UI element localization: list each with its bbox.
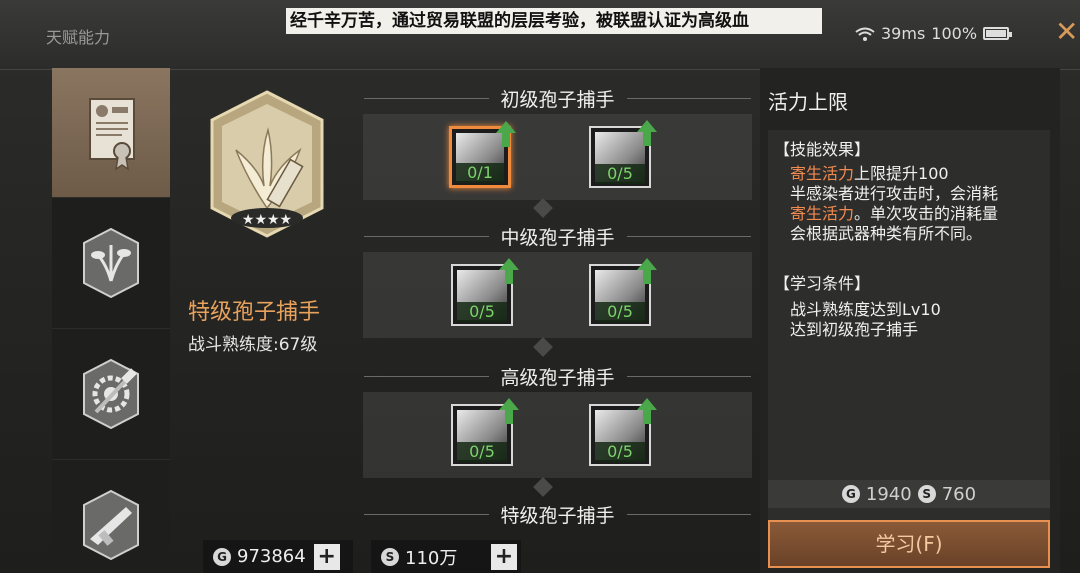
- tier-connector: [533, 477, 553, 497]
- spore-hunter-badge-icon: ★★★★: [210, 90, 324, 238]
- skill-count: 0/5: [595, 164, 645, 184]
- announcement-marquee: 经千辛万苦，通过贸易联盟的层层考验，被联盟认证为高级血: [286, 8, 822, 34]
- effect-header: 【技能效果】: [774, 140, 871, 159]
- g-coin-icon: G: [841, 485, 860, 503]
- effect-line: 寄生活力上限提升100: [790, 164, 1052, 184]
- tier-header: 中级孢子捕手: [360, 222, 755, 250]
- ping-text: 39ms: [881, 24, 926, 43]
- skill-title: 活力上限: [768, 90, 848, 114]
- skill-slot[interactable]: 0/1: [449, 121, 516, 188]
- learn-cost: G 1940 S 760: [768, 480, 1050, 508]
- status-bar: 39ms 100%: [855, 24, 1013, 43]
- battery-text: 100%: [931, 24, 978, 43]
- tier-row: 0/5 0/5: [363, 252, 752, 338]
- requirement-header: 【学习条件】: [774, 274, 871, 293]
- skill-count: 0/1: [456, 163, 504, 183]
- g-coin-icon: G: [213, 547, 231, 566]
- tier-label: 中级孢子捕手: [500, 226, 615, 249]
- svg-text:★★★★: ★★★★: [242, 212, 292, 228]
- skill-slot[interactable]: 0/5: [451, 398, 519, 466]
- tier-label: 特级孢子捕手: [500, 504, 615, 527]
- weapon-badge-icon: [83, 489, 139, 561]
- add-g-button[interactable]: +: [313, 543, 340, 570]
- effect-line: 半感染者进行攻击时，会消耗: [790, 184, 1052, 204]
- effect-text: 寄生活力上限提升100 半感染者进行攻击时，会消耗 寄生活力。单次攻击的消耗量 …: [790, 164, 1052, 244]
- skill-count: 0/5: [595, 442, 645, 462]
- plant-badge-icon: [83, 227, 139, 299]
- combat-proficiency: 战斗熟练度:67级: [188, 335, 318, 355]
- s-coin-icon: S: [381, 547, 399, 566]
- sidebar: [52, 68, 170, 573]
- cost-s: 760: [941, 483, 977, 505]
- g-amount: 973864: [237, 546, 306, 567]
- tier-connector: [533, 198, 553, 218]
- skill-tree: 初级孢子捕手 0/1 0/5 中级孢子捕手 0/5 0/5 高级孢子捕手 0/5…: [360, 68, 755, 573]
- rank-name: 特级孢子捕手: [188, 300, 321, 325]
- tier-header: 高级孢子捕手: [360, 362, 755, 390]
- top-bar: 天赋能力 经千辛万苦，通过贸易联盟的层层考验，被联盟认证为高级血 39ms 10…: [0, 0, 1080, 70]
- skill-slot[interactable]: 0/5: [451, 258, 519, 326]
- requirement-text: 战斗熟练度达到Lv10 达到初级孢子捕手: [790, 300, 1052, 340]
- wifi-icon: [855, 27, 875, 41]
- highlight-term: 寄生活力: [790, 164, 855, 183]
- s-amount: 110万: [405, 547, 458, 569]
- tier-row: 0/5 0/5: [363, 392, 752, 478]
- tab-trade-certificate[interactable]: [52, 68, 170, 198]
- requirement-line: 战斗熟练度达到Lv10: [790, 300, 941, 319]
- upgrade-arrow-icon: [637, 398, 657, 424]
- certificate-icon: [89, 97, 135, 171]
- tab-weapon-badge[interactable]: [52, 460, 170, 573]
- skill-count: 0/5: [595, 302, 645, 322]
- gear-hammer-icon: [83, 358, 139, 430]
- upgrade-arrow-icon: [496, 121, 516, 147]
- s-currency: S 110万 +: [371, 540, 521, 573]
- s-coin-icon: S: [917, 485, 936, 503]
- effect-line: 寄生活力。单次攻击的消耗量: [790, 204, 1052, 224]
- tier-connector: [533, 337, 553, 357]
- skill-slot[interactable]: 0/5: [589, 398, 657, 466]
- g-currency: G 973864 +: [203, 540, 353, 573]
- effect-fragment: 会根据武器种类有所不同。: [790, 224, 983, 243]
- tier-row: 0/1 0/5: [363, 114, 752, 200]
- effect-fragment: 半感染者进行攻击时，会消耗: [790, 184, 999, 203]
- upgrade-arrow-icon: [637, 258, 657, 284]
- skill-slot[interactable]: 0/5: [589, 120, 657, 188]
- skill-description-box: 【技能效果】 寄生活力上限提升100 半感染者进行攻击时，会消耗 寄生活力。单次…: [768, 130, 1050, 532]
- close-icon[interactable]: ✕: [1055, 18, 1080, 48]
- effect-line: 会根据武器种类有所不同。: [790, 224, 1052, 244]
- tier-header: 特级孢子捕手: [360, 500, 755, 528]
- upgrade-arrow-icon: [499, 398, 519, 424]
- tier-label: 高级孢子捕手: [500, 366, 615, 389]
- tier-header: 初级孢子捕手: [360, 84, 755, 112]
- learn-button[interactable]: 学习(F): [768, 520, 1050, 568]
- effect-fragment: 上限提升100: [854, 164, 949, 183]
- effect-fragment: 。单次攻击的消耗量: [854, 204, 999, 223]
- upgrade-arrow-icon: [499, 258, 519, 284]
- highlight-term: 寄生活力: [790, 204, 855, 223]
- requirement-line: 达到初级孢子捕手: [790, 320, 919, 339]
- upgrade-arrow-icon: [637, 120, 657, 146]
- add-s-button[interactable]: +: [491, 543, 517, 570]
- rank-panel: ★★★★ 特级孢子捕手 战斗熟练度:67级: [170, 68, 360, 573]
- skill-count: 0/5: [457, 302, 507, 322]
- skill-slot[interactable]: 0/5: [589, 258, 657, 326]
- skill-detail-panel: 活力上限 【技能效果】 寄生活力上限提升100 半感染者进行攻击时，会消耗 寄生…: [760, 68, 1060, 573]
- tab-plant-badge[interactable]: [52, 198, 170, 329]
- cost-g: 1940: [865, 483, 912, 505]
- battery-icon: [983, 27, 1013, 40]
- skill-count: 0/5: [457, 442, 507, 462]
- tier-label: 初级孢子捕手: [500, 88, 615, 111]
- tab-gear-hammer-badge[interactable]: [52, 329, 170, 460]
- window-title: 天赋能力: [46, 28, 111, 47]
